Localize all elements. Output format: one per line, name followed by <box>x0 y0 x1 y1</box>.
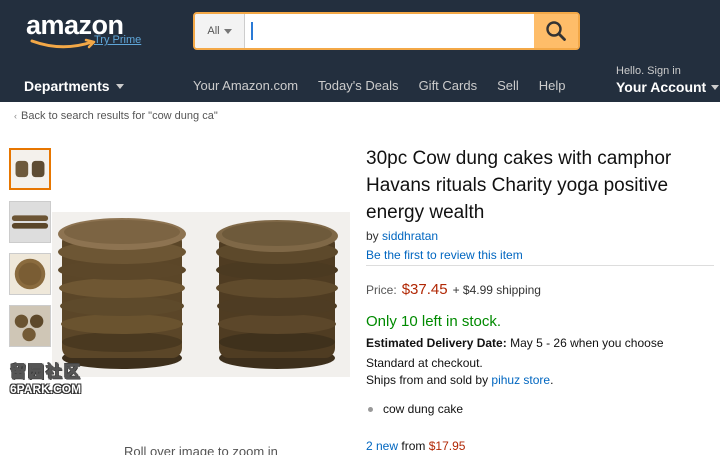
seller-link[interactable]: siddhratan <box>382 229 438 243</box>
stock-status: Only 10 left in stock. <box>366 313 502 330</box>
nav-link-sell[interactable]: Sell <box>497 78 519 93</box>
breadcrumb[interactable]: ‹ Back to search results for "cow dung ca… <box>14 110 218 122</box>
new-offers-link[interactable]: 2 new <box>366 439 398 453</box>
thumbnail-2[interactable] <box>9 201 51 243</box>
search-button[interactable] <box>534 14 578 48</box>
zoom-hint: Roll over image to zoom in <box>124 444 278 455</box>
chevron-down-icon <box>711 84 720 90</box>
price-label: Price: <box>366 283 397 297</box>
departments-menu[interactable]: Departments <box>24 78 124 94</box>
try-prime-link[interactable]: Try Prime <box>94 34 141 46</box>
watermark-bottom-text: 6PARK.COM <box>10 382 82 396</box>
thumbnail-image <box>10 306 50 346</box>
chevron-left-icon: ‹ <box>14 111 17 121</box>
thumbnail-image <box>11 150 49 188</box>
account-menu[interactable]: Your Account <box>616 79 720 95</box>
shipping-cost: + $4.99 shipping <box>452 283 541 297</box>
sold-by-suffix: . <box>550 373 554 387</box>
thumbnail-4[interactable] <box>9 305 51 347</box>
search-icon <box>546 21 566 41</box>
product-title: 30pc Cow dung cakes with camphor Havans … <box>366 148 672 223</box>
write-review-link[interactable]: Be the first to review this item <box>366 248 523 262</box>
breadcrumb-text: Back to search results for "cow dung ca" <box>21 110 218 122</box>
thumbnail-1[interactable] <box>9 148 51 190</box>
offers-price: $17.95 <box>428 439 466 453</box>
nav-link-help[interactable]: Help <box>539 78 566 93</box>
search-input[interactable] <box>245 14 534 48</box>
watermark-top-text: 留园社区 <box>10 364 83 382</box>
offers-from: from <box>401 439 426 453</box>
delivery-label: Estimated Delivery Date: <box>366 336 507 350</box>
sign-in-greeting[interactable]: Hello. Sign in <box>616 65 681 77</box>
search-category-label: All <box>207 25 220 37</box>
other-offers: 2 new from $17.95 <box>366 439 465 453</box>
sold-by-prefix: Ships from and sold by <box>366 373 489 387</box>
store-link[interactable]: pihuz store <box>491 373 550 387</box>
feature-bullet: cow dung cake <box>366 402 463 416</box>
smile-arrow-icon <box>30 38 96 49</box>
price-value: $37.45 <box>401 281 448 298</box>
delivery-estimate: Estimated Delivery Date: May 5 - 26 when… <box>366 333 706 373</box>
nav-link-your-amazon[interactable]: Your Amazon.com <box>193 78 298 93</box>
top-header: amazon Try Prime All Departments Your Am… <box>0 0 720 102</box>
search-bar: All <box>193 12 580 50</box>
search-category-dropdown[interactable]: All <box>195 14 245 48</box>
bullet-dot-icon <box>368 406 373 412</box>
nav-link-gift-cards[interactable]: Gift Cards <box>419 78 478 93</box>
account-label: Your Account <box>616 79 707 95</box>
price-row: Price: $37.45 + $4.99 shipping <box>366 281 541 298</box>
chevron-down-icon <box>115 83 124 89</box>
review-row: Be the first to review this item <box>366 248 523 262</box>
product-photo <box>52 212 350 377</box>
byline-prefix: by <box>366 229 379 243</box>
departments-label: Departments <box>24 78 110 94</box>
thumbnail-image <box>10 254 50 294</box>
amazon-logo[interactable]: amazon Try Prime <box>26 10 156 52</box>
feature-bullet-text: cow dung cake <box>383 402 464 416</box>
nav-links: Your Amazon.com Today's Deals Gift Cards… <box>193 78 586 93</box>
section-divider <box>366 265 714 266</box>
site-watermark: 留园社区 6PARK.COM <box>10 358 100 397</box>
chevron-down-icon <box>223 28 232 34</box>
thumbnail-3[interactable] <box>9 253 51 295</box>
text-cursor <box>251 22 253 40</box>
nav-link-todays-deals[interactable]: Today's Deals <box>318 78 399 93</box>
byline: by siddhratan <box>366 229 438 243</box>
main-product-image[interactable] <box>52 212 350 377</box>
sold-by: Ships from and sold by pihuz store. <box>366 373 553 387</box>
thumbnail-image <box>10 202 50 242</box>
